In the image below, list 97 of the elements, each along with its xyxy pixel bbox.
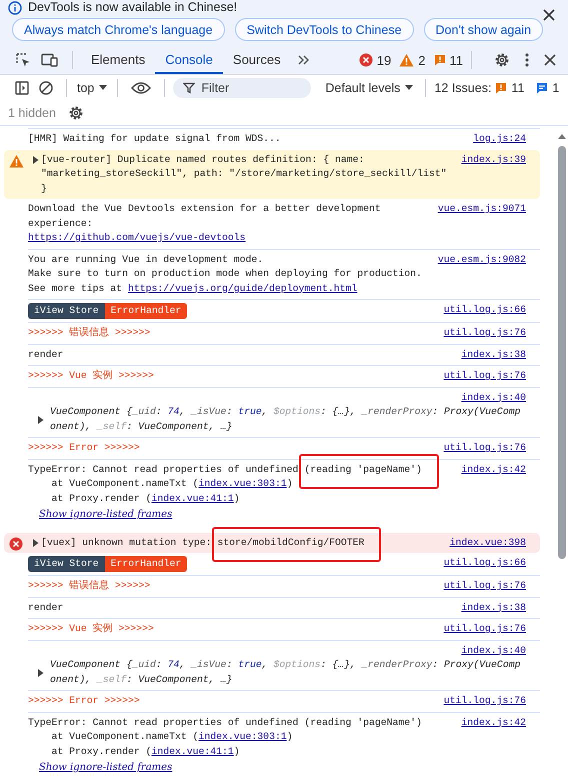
stack-trace-line: at VueComponent.nameTxt (index.vue:303:1) xyxy=(50,477,294,491)
device-icon[interactable] xyxy=(41,52,59,68)
caret-icon xyxy=(405,85,414,91)
expand-arrow-icon[interactable] xyxy=(37,416,44,424)
expand-arrow-icon[interactable] xyxy=(32,538,39,546)
scrollbar-thumb[interactable] xyxy=(558,146,566,559)
warning-count: 2 xyxy=(418,52,426,68)
source-link[interactable]: util.log.js:76 xyxy=(444,622,526,636)
source-link[interactable]: util.log.js:76 xyxy=(444,579,526,594)
error-message: [vuex] unknown mutation type: store/mobildConfig/FOOTER xyxy=(41,536,366,550)
link[interactable]: index.vue:303:1 xyxy=(198,478,287,489)
object-preview: VueComponent {_uid: 74, _isVue: true, $options: {…}, _renderProxy: Proxy(VueComponent), _self: VueComponent, …} xyxy=(50,658,522,686)
context-dropdown[interactable]: top xyxy=(75,80,110,94)
source-link[interactable]: util.log.js:76 xyxy=(444,694,526,708)
log-badge: ErrorHandler xyxy=(104,556,188,572)
settings-icon[interactable] xyxy=(494,52,510,68)
tab[interactable]: Sources xyxy=(222,46,291,74)
tab[interactable]: Elements xyxy=(81,46,156,74)
inspect-icon[interactable] xyxy=(15,52,31,68)
close-icon[interactable] xyxy=(544,54,556,66)
log-message: You are running Vue in development mode. xyxy=(28,252,264,266)
source-link[interactable]: util.log.js:76 xyxy=(444,369,526,384)
link[interactable]: https://github.com/vuejs/vue-devtools xyxy=(28,232,246,243)
link[interactable]: index.vue:303:1 xyxy=(198,731,287,742)
info-icon xyxy=(8,0,22,14)
notice-button[interactable]: Don't show again xyxy=(424,18,544,41)
error-message: TypeError: Cannot read properties of undefined (reading 'pageName') xyxy=(28,462,423,476)
banner-message: >>>>>> Vue 实例 >>>>>> xyxy=(28,369,155,383)
tab[interactable]: Console xyxy=(155,46,223,74)
log-message: Make sure to turn on production mode when deploying for production. xyxy=(28,267,423,281)
log-badge: iView Store xyxy=(28,556,105,572)
source-link[interactable]: index.js:42 xyxy=(461,462,526,477)
notice-message: DevTools is now available in Chinese! xyxy=(28,0,238,15)
scroll-up-icon[interactable] xyxy=(558,134,566,140)
source-link[interactable]: index.js:40 xyxy=(461,390,526,405)
eye-icon[interactable] xyxy=(131,80,152,94)
stack-trace-line: at Proxy.render (index.vue:41:1) xyxy=(50,744,241,758)
issue-icon xyxy=(495,82,508,94)
log-badge: ErrorHandler xyxy=(104,303,188,319)
error-count: 19 xyxy=(376,52,392,68)
issues-button[interactable]: 12 Issues: 11 1 xyxy=(434,80,568,94)
hidden-count: 1 hidden xyxy=(8,106,56,120)
source-link[interactable]: util.log.js:76 xyxy=(444,326,526,340)
caret-icon xyxy=(99,85,108,91)
source-link[interactable]: index.js:40 xyxy=(461,644,526,658)
ignore-frames-link[interactable]: Show ignore-listed frames xyxy=(39,509,172,520)
source-link[interactable]: util.log.js:66 xyxy=(444,303,526,318)
filter-icon xyxy=(183,82,196,94)
source-link[interactable]: log.js:24 xyxy=(473,132,526,146)
error-icon xyxy=(358,53,373,67)
log-message: render xyxy=(28,348,64,362)
banner-message: >>>>>> Error >>>>>> xyxy=(28,441,141,455)
warning-message: [vue-router] Duplicate named routes definition: { name: "marketing_storeSeckill", path: "/store/marketing/store_seckill/list" } xyxy=(41,152,448,196)
settings-icon[interactable] xyxy=(68,104,84,120)
object-preview: VueComponent {_uid: 74, _isVue: true, $options: {…}, _renderProxy: Proxy(VueComponent), _self: VueComponent, …} xyxy=(50,405,522,434)
notice-button[interactable]: Switch DevTools to Chinese xyxy=(234,18,414,41)
banner-message: >>>>>> Vue 实例 >>>>>> xyxy=(28,622,155,636)
levels-dropdown[interactable]: Default levels xyxy=(323,80,416,94)
source-link[interactable]: index.js:38 xyxy=(461,348,526,362)
source-link[interactable]: util.log.js:66 xyxy=(444,556,526,570)
ignore-frames-link[interactable]: Show ignore-listed frames xyxy=(39,762,172,773)
close-icon[interactable] xyxy=(543,9,555,21)
banner-message: >>>>>> 错误信息 >>>>>> xyxy=(28,579,152,593)
log-badge: iView Store xyxy=(28,303,105,319)
error-icon xyxy=(9,536,23,550)
link[interactable]: index.vue:41:1 xyxy=(151,746,234,756)
log-message: render xyxy=(28,600,64,614)
warning-icon xyxy=(399,53,414,67)
source-link[interactable]: index.js:39 xyxy=(461,152,526,167)
stack-trace-line: at Proxy.render (index.vue:41:1) xyxy=(50,492,241,506)
source-link[interactable]: index.vue:398 xyxy=(450,536,526,550)
log-message: [HMR] Waiting for update signal from WDS... xyxy=(28,132,282,146)
issue-icon xyxy=(434,54,446,66)
source-link[interactable]: util.log.js:76 xyxy=(444,441,526,456)
expand-arrow-icon[interactable] xyxy=(37,668,44,676)
issue-count: 11 xyxy=(450,52,463,68)
filter-field[interactable]: Filter xyxy=(173,78,312,98)
error-message: TypeError: Cannot read properties of undefined (reading 'pageName') xyxy=(28,716,423,730)
stack-trace-line: at VueComponent.nameTxt (index.vue:303:1) xyxy=(50,730,294,744)
log-message: See more tips at https://vuejs.org/guide/deployment.html xyxy=(28,282,358,296)
more-tabs-icon[interactable] xyxy=(296,54,311,66)
source-link[interactable]: vue.esm.js:9082 xyxy=(438,252,526,267)
log-message: Download the Vue Devtools extension for a better development experience: xyxy=(28,202,382,230)
source-link[interactable]: index.js:38 xyxy=(461,600,526,615)
warning-icon xyxy=(8,154,24,168)
link[interactable]: https://vuejs.org/guide/deployment.html xyxy=(128,282,358,294)
expand-arrow-icon[interactable] xyxy=(32,156,39,164)
clear-icon[interactable] xyxy=(39,80,53,94)
message-icon xyxy=(536,82,548,94)
source-link[interactable]: index.js:42 xyxy=(461,716,526,730)
more-options-icon[interactable] xyxy=(524,52,530,68)
source-link[interactable]: vue.esm.js:9071 xyxy=(438,202,526,216)
link[interactable]: index.vue:41:1 xyxy=(151,492,234,504)
banner-message: >>>>>> Error >>>>>> xyxy=(28,694,141,708)
banner-message: >>>>>> 错误信息 >>>>>> xyxy=(28,326,152,340)
sidebar-icon[interactable] xyxy=(15,80,29,94)
notice-button[interactable]: Always match Chrome's language xyxy=(12,18,225,41)
